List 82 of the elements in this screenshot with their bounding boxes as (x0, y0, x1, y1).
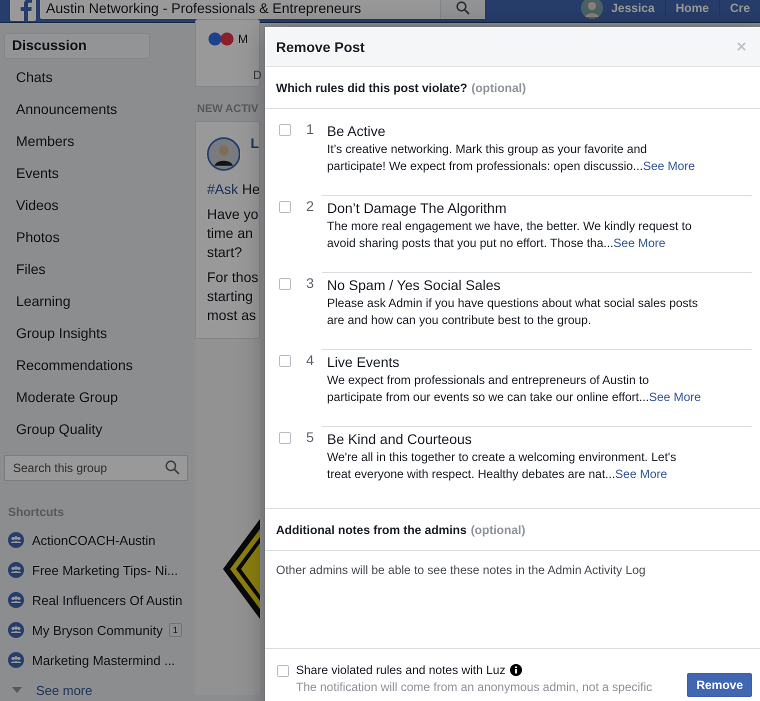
rule-number: 1 (305, 121, 315, 137)
sidebar-item[interactable]: Files (4, 257, 150, 289)
post-action[interactable]: D (208, 68, 259, 82)
sidebar-item[interactable]: Discussion (4, 33, 150, 59)
rule-number: 3 (305, 275, 315, 291)
see-more-link[interactable]: See more (36, 682, 92, 698)
search-field[interactable]: Austin Networking - Professionals & Entrepreneurs (40, 0, 485, 19)
sidebar-item[interactable]: Videos (4, 193, 150, 225)
rule-number: 5 (305, 429, 315, 445)
rule-description: It’s creative networking. Mark this group as your favorite and participate! We expect from professionals: open discussio...See More (327, 141, 696, 175)
hint-text: The notification will come from an anonymous admin, not a specific (296, 679, 654, 695)
post-text: time an (207, 224, 254, 243)
rule-title: Be Kind and Courteous (327, 430, 473, 449)
rule-number: 4 (305, 352, 315, 368)
rule-title: No Spam / Yes Social Sales (327, 276, 502, 295)
nav-link[interactable]: Cre (718, 1, 760, 15)
sidebar-item[interactable]: Group Insights (4, 321, 150, 353)
optional-label: (optional) (471, 80, 526, 94)
sidebar-item[interactable]: Announcements (4, 97, 150, 129)
share-label: Share violated rules and notes with Luz (296, 663, 506, 677)
notes-field[interactable]: Other admins will be able to see these notes in the Admin Activity Log (265, 551, 760, 649)
sidebar-item[interactable]: Members (4, 129, 150, 161)
post-text: most as (207, 306, 258, 325)
shortcut-link[interactable]: ActionCOACH-Austin (32, 532, 156, 548)
search-icon[interactable] (165, 460, 180, 475)
sidebar-item[interactable]: Group Quality (4, 417, 150, 449)
checkbox[interactable] (279, 124, 291, 136)
see-more-link[interactable]: See More (613, 236, 666, 250)
nav-link[interactable]: Home (664, 1, 719, 15)
group-icon (8, 562, 24, 578)
author-name[interactable]: L (250, 134, 259, 174)
checkbox[interactable] (279, 201, 291, 213)
sidebar-item[interactable]: Learning (4, 289, 150, 321)
rule-number: 2 (305, 198, 315, 214)
search-icon[interactable] (456, 1, 470, 15)
avatar-icon[interactable] (581, 0, 604, 19)
reaction-count: M (238, 32, 248, 46)
section-heading: Which rules did this post violate? (276, 80, 468, 94)
sidebar-item[interactable]: Recommendations (4, 353, 150, 385)
close-icon[interactable] (737, 42, 746, 51)
optional-label: (optional) (470, 522, 526, 536)
sidebar-item[interactable]: Events (4, 161, 150, 193)
post-text: starting (207, 287, 254, 306)
rule-title: Live Events (327, 353, 400, 372)
post-text: start? (207, 243, 244, 262)
see-more-link[interactable]: See More (648, 390, 701, 404)
checkbox[interactable] (279, 355, 291, 367)
shortcut-link[interactable]: Real Influencers Of Austin (32, 592, 182, 608)
rule-description: We expect from professionals and entrepreneurs of Austin to participate from our events so we can take our online effort...See More (327, 372, 702, 406)
info-icon[interactable] (510, 664, 522, 676)
profile-link[interactable]: Jessica (611, 1, 665, 15)
caret-icon (12, 687, 22, 693)
sidebar-item[interactable]: Chats (4, 65, 150, 97)
count-badge: 1 (168, 623, 182, 637)
rule-title: Don’t Damage The Algorithm (327, 199, 508, 218)
checkbox[interactable] (279, 278, 291, 290)
post-text: For thos (207, 268, 259, 287)
rule-title: Be Active (327, 122, 386, 141)
group-icon (8, 652, 24, 668)
post-text: Have yo (207, 205, 259, 224)
dialog-title: Remove Post (276, 38, 365, 54)
checkbox[interactable] (277, 665, 289, 677)
rule-description: We're all in this together to create a welcoming environment. Let's treat everyone with respect. Healthy debates are nat...See More (327, 449, 678, 483)
checkbox[interactable] (279, 432, 291, 444)
remove-button[interactable]: Remove (687, 673, 752, 697)
logo-icon[interactable] (10, 0, 36, 21)
rule-description: The more real engagement we have, the better. We kindly request to avoid sharing posts that you put no effort. Those tha...See More (327, 218, 693, 252)
sidebar-item[interactable]: Photos (4, 225, 150, 257)
sidebar-item[interactable]: Moderate Group (4, 385, 150, 417)
shortcut-link[interactable]: My Bryson Community (32, 622, 163, 638)
hashtag-link[interactable]: #Ask (207, 181, 238, 197)
shortcut-link[interactable]: Free Marketing Tips- Ni... (32, 562, 178, 578)
group-icon (8, 622, 24, 638)
shortcut-link[interactable]: Marketing Mastermind ... (32, 652, 176, 668)
see-more-link[interactable]: See More (642, 159, 695, 173)
see-more-link[interactable]: See More (615, 467, 668, 481)
section-heading: Additional notes from the admins (276, 522, 467, 536)
group-icon (8, 592, 24, 608)
search-field[interactable]: Search this group (4, 455, 188, 481)
group-icon (8, 532, 24, 548)
rule-description: Please ask Admin if you have questions about what social sales posts are and how can you contribute best to the group. (327, 295, 699, 329)
post-text: He (242, 181, 259, 197)
